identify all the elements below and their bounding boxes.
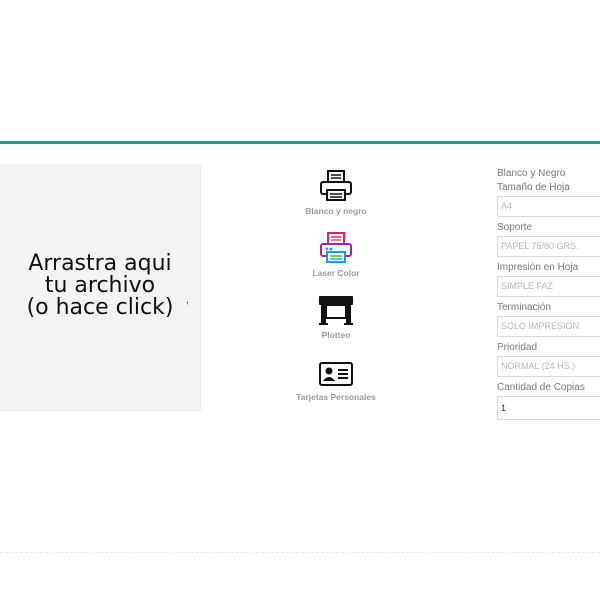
file-dropzone[interactable]: Arrastra aqui tu archivo (o hace click) xyxy=(0,164,201,411)
color-printer-icon xyxy=(320,232,352,263)
field-label: Impresión en Hoja xyxy=(497,262,579,273)
dropzone-text: Arrastra aqui tu archivo (o hace click) xyxy=(26,251,174,320)
option-label: Blanco y negro xyxy=(305,206,367,216)
paper-size-field[interactable]: A4 xyxy=(497,196,600,217)
support-field[interactable]: PAPEL 75/80 GRS. xyxy=(497,236,600,257)
stray-mark: , xyxy=(186,294,190,306)
option-tarjetas-personales[interactable]: Tarjetas Personales xyxy=(280,360,392,402)
field-label: Terminación xyxy=(497,302,551,313)
priority-field[interactable]: NORMAL (24 HS.) xyxy=(497,356,600,377)
option-laser-color[interactable]: Laser Color xyxy=(280,232,392,278)
printer-icon xyxy=(320,170,352,201)
order-summary: Blanco y Negro Tamaño de Hoja A4 Soporte… xyxy=(497,167,600,425)
plotter-icon xyxy=(319,296,353,325)
copies-input[interactable]: 1 xyxy=(497,396,600,420)
option-label: Laser Color xyxy=(312,268,360,278)
accent-bar xyxy=(0,141,600,144)
id-card-icon xyxy=(319,362,353,386)
option-label: Plotteo xyxy=(321,330,351,340)
field-label: Tamaño de Hoja xyxy=(497,182,570,193)
option-plotteo[interactable]: Plotteo xyxy=(280,294,392,340)
field-label: Soporte xyxy=(497,222,533,233)
summary-heading: Blanco y Negro xyxy=(497,168,566,179)
field-label: Prioridad xyxy=(497,342,538,353)
option-label: Tarjetas Personales xyxy=(296,392,376,402)
finish-field[interactable]: SOLO IMPRESION xyxy=(497,316,600,337)
field-label: Cantidad de Copias xyxy=(497,382,585,393)
divider xyxy=(0,552,600,553)
print-side-field[interactable]: SIMPLE FAZ xyxy=(497,276,600,297)
option-blanco-y-negro[interactable]: Blanco y negro xyxy=(280,170,392,216)
